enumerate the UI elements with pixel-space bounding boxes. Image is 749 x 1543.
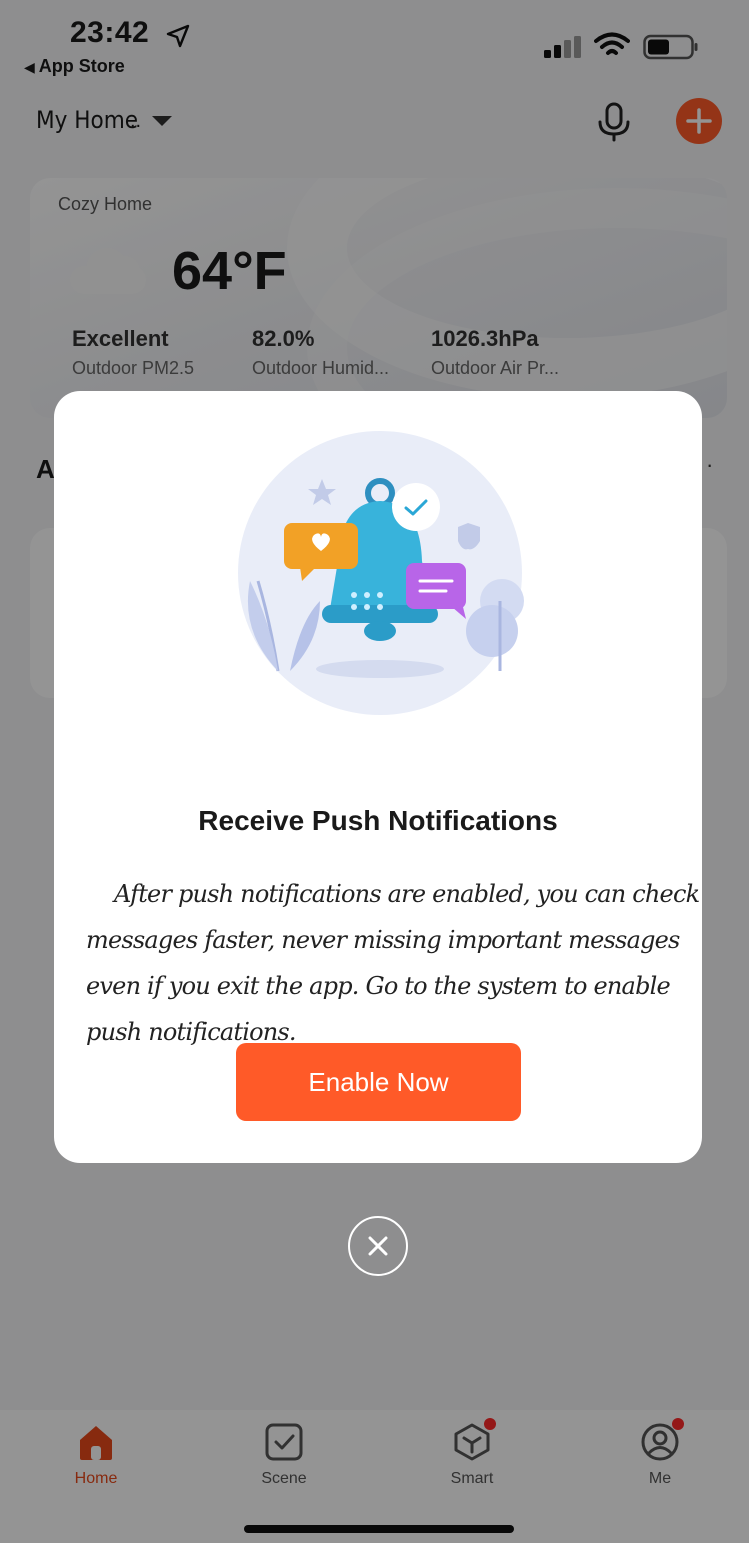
enable-now-button[interactable]: Enable Now [236, 1043, 521, 1121]
dialog-body: After push notifications are enabled, yo… [86, 880, 700, 1046]
push-notification-dialog: Receive Push Notifications After push no… [54, 391, 702, 1163]
dialog-title: Receive Push Notifications [198, 805, 558, 836]
close-dialog-button[interactable] [348, 1216, 408, 1276]
notification-bell-illustration [238, 431, 524, 715]
close-icon [368, 1236, 388, 1256]
